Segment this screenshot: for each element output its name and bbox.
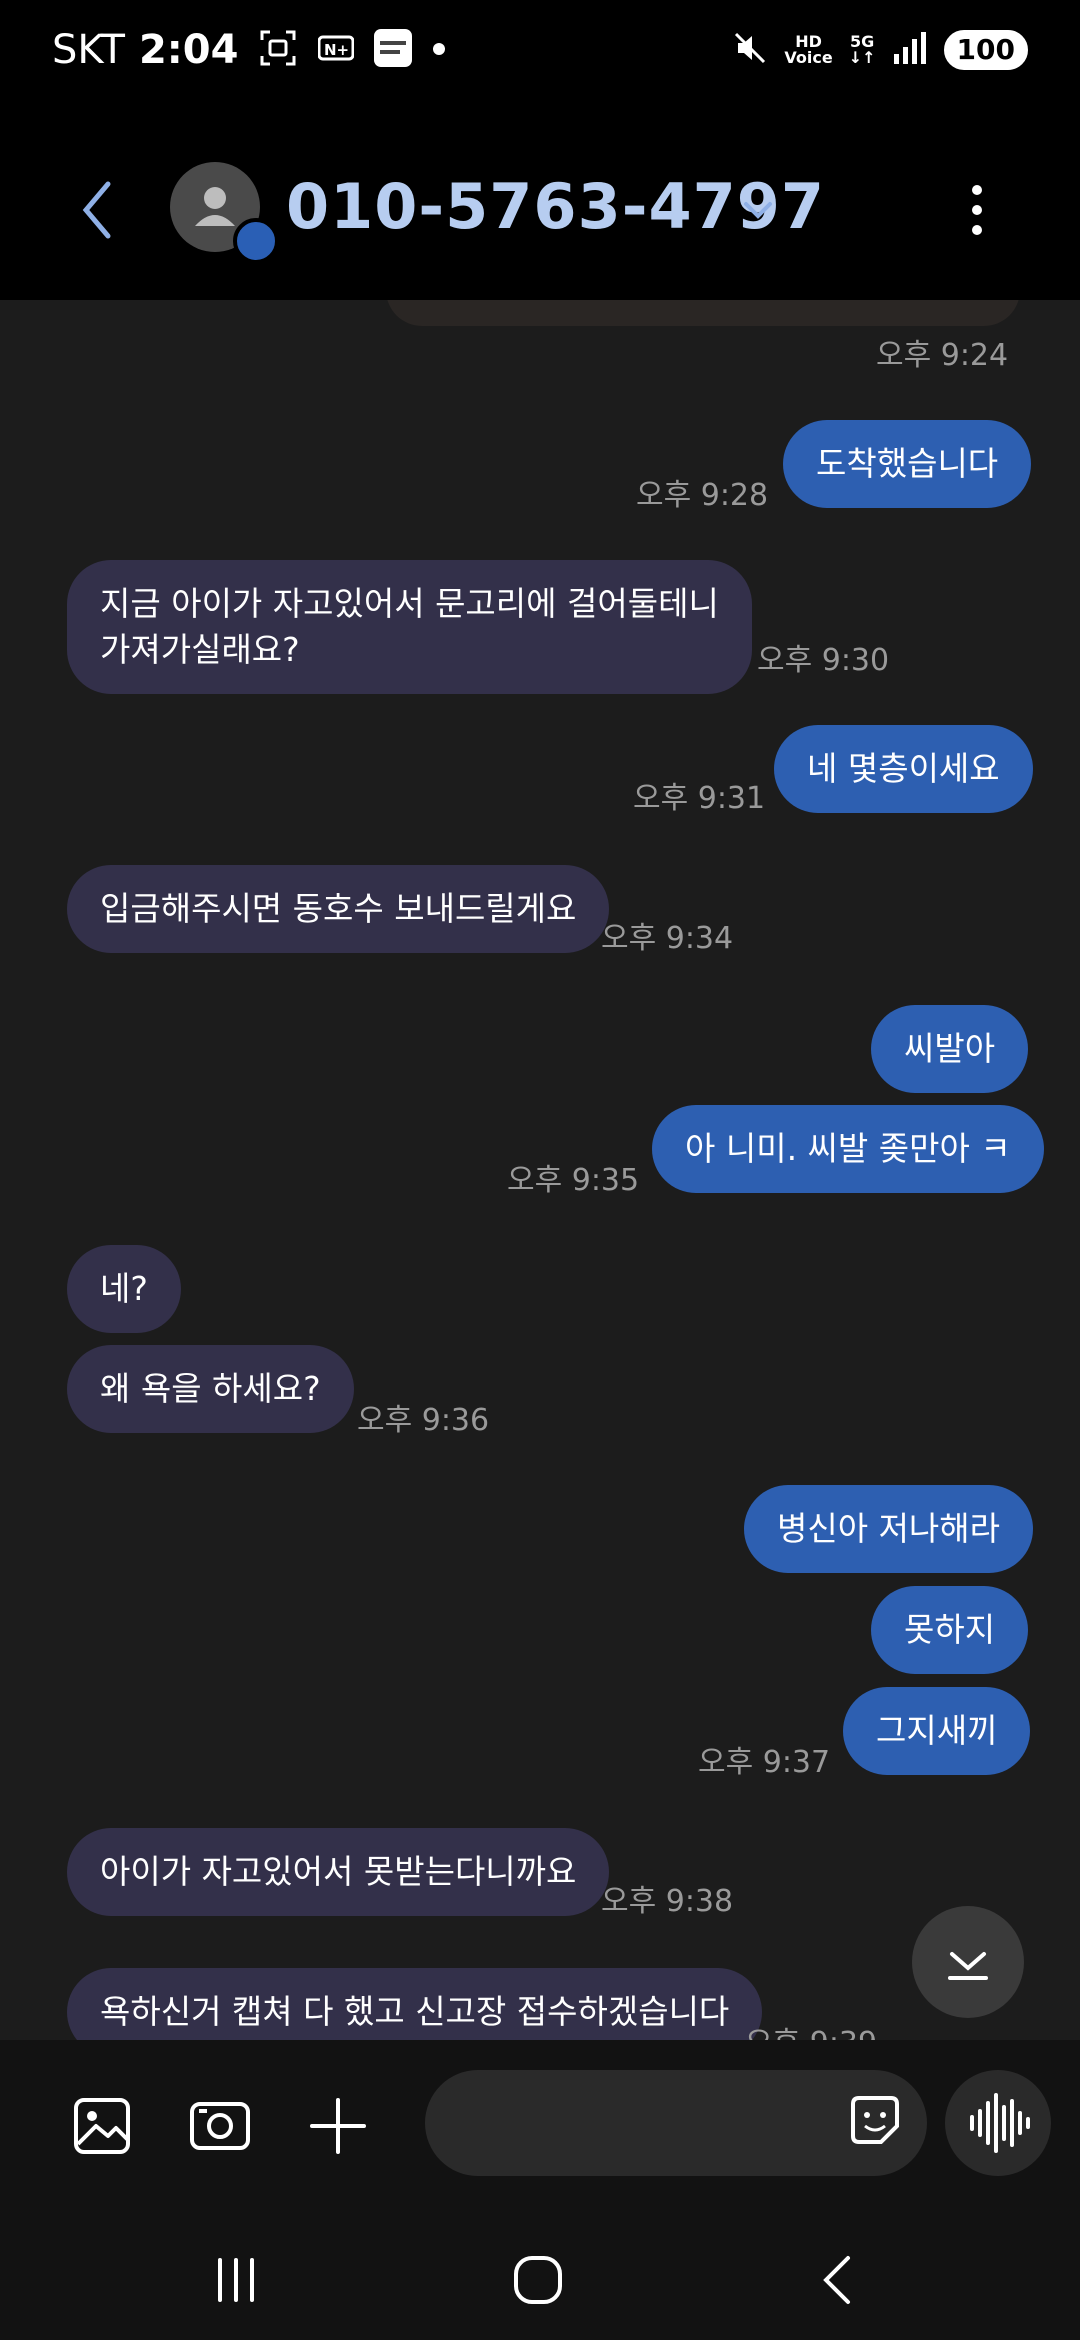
- voice-label: Voice: [784, 48, 833, 67]
- mute-icon: [732, 30, 768, 70]
- back-button[interactable]: [70, 170, 130, 250]
- received-message[interactable]: 네?: [67, 1245, 181, 1333]
- svg-text:N+: N+: [324, 41, 349, 59]
- received-message[interactable]: 아이가 자고있어서 못받는다니까요: [67, 1828, 610, 1916]
- recent-apps-button[interactable]: [206, 2250, 266, 2310]
- naver-icon: N+: [317, 34, 355, 66]
- received-message[interactable]: 욕하신거 캡쳐 다 했고 신고장 접수하겠습니다: [67, 1968, 763, 2040]
- image-attachment[interactable]: [386, 300, 1020, 326]
- arrow-down-icon: [948, 1952, 988, 1980]
- battery-icon: 100: [943, 30, 1028, 70]
- message-list[interactable]: 오후 9:24 도착했습니다 오후 9:28 지금 아이가 자고있어서 문고리에…: [0, 300, 1080, 2040]
- timestamp: 오후 9:39: [745, 2018, 877, 2040]
- timestamp: 오후 9:36: [357, 1403, 490, 1438]
- status-bar: SKT 2:04 N+ HD Voice 5G ↓↑ 100: [0, 0, 1080, 100]
- scroll-to-bottom-button[interactable]: [912, 1906, 1024, 2018]
- contact-dropdown-button[interactable]: [740, 192, 776, 228]
- samsung-fire-icon: [374, 29, 413, 71]
- sent-message[interactable]: 병신아 저나해라: [744, 1485, 1034, 1573]
- hd-voice-icon: HD Voice: [784, 34, 832, 66]
- chevron-left-icon: [82, 181, 111, 239]
- timestamp: 오후 9:30: [757, 643, 890, 678]
- message-input[interactable]: [425, 2070, 927, 2176]
- camera-button[interactable]: [184, 2090, 256, 2162]
- nav-back-button[interactable]: [810, 2250, 870, 2310]
- add-attachment-button[interactable]: [302, 2090, 374, 2162]
- sent-message[interactable]: 그지새끼: [843, 1687, 1031, 1775]
- timestamp: 오후 9:28: [636, 478, 769, 513]
- compose-bar: [0, 2040, 1080, 2210]
- timestamp: 오후 9:34: [601, 921, 734, 956]
- voice-record-button[interactable]: [945, 2070, 1051, 2176]
- received-message[interactable]: 왜 욕을 하세요?: [67, 1345, 354, 1433]
- home-button[interactable]: [508, 2250, 568, 2310]
- network-icon: 5G ↓↑: [848, 32, 876, 67]
- received-message[interactable]: 입금해주시면 동호수 보내드릴게요: [67, 865, 610, 953]
- home-icon: [514, 2256, 562, 2304]
- received-message[interactable]: 지금 아이가 자고있어서 문고리에 걸어둘테니 가져가실래요?: [67, 560, 752, 694]
- more-options-button[interactable]: [960, 180, 994, 240]
- conversation-header: 010-5763-4797: [0, 100, 1080, 300]
- notification-dot-icon: [432, 41, 446, 60]
- timestamp: 오후 9:38: [601, 1884, 734, 1919]
- more-vertical-icon: [972, 185, 982, 235]
- camera-icon: [190, 2102, 250, 2150]
- gallery-button[interactable]: [66, 2090, 138, 2162]
- sent-message[interactable]: 도착했습니다: [783, 420, 1032, 508]
- avatar-badge: [233, 218, 279, 264]
- timestamp: 오후 9:24: [876, 338, 1009, 373]
- signal-icon: [892, 30, 928, 70]
- waveform-icon: [970, 2093, 1030, 2153]
- sticker-icon: [851, 2096, 899, 2144]
- screenshot-icon: [258, 28, 298, 72]
- navigation-bar: [0, 2210, 1080, 2340]
- image-icon: [74, 2098, 130, 2154]
- clock: 2:04: [138, 27, 239, 73]
- sent-message[interactable]: 아 니미. 씨발 좆만아 ㅋ: [652, 1105, 1044, 1193]
- sent-message[interactable]: 못하지: [871, 1586, 1029, 1674]
- timestamp: 오후 9:35: [507, 1163, 640, 1198]
- sent-message[interactable]: 씨발아: [871, 1005, 1029, 1093]
- timestamp: 오후 9:37: [698, 1745, 831, 1780]
- carrier-label: SKT: [52, 27, 125, 73]
- recents-icon: [218, 2258, 254, 2302]
- plus-icon: [310, 2098, 366, 2154]
- timestamp: 오후 9:31: [633, 781, 766, 816]
- sent-message[interactable]: 네 몇층이세요: [774, 725, 1033, 813]
- chevron-down-icon: [744, 202, 772, 219]
- back-icon: [823, 2256, 850, 2304]
- sticker-button[interactable]: [845, 2090, 905, 2150]
